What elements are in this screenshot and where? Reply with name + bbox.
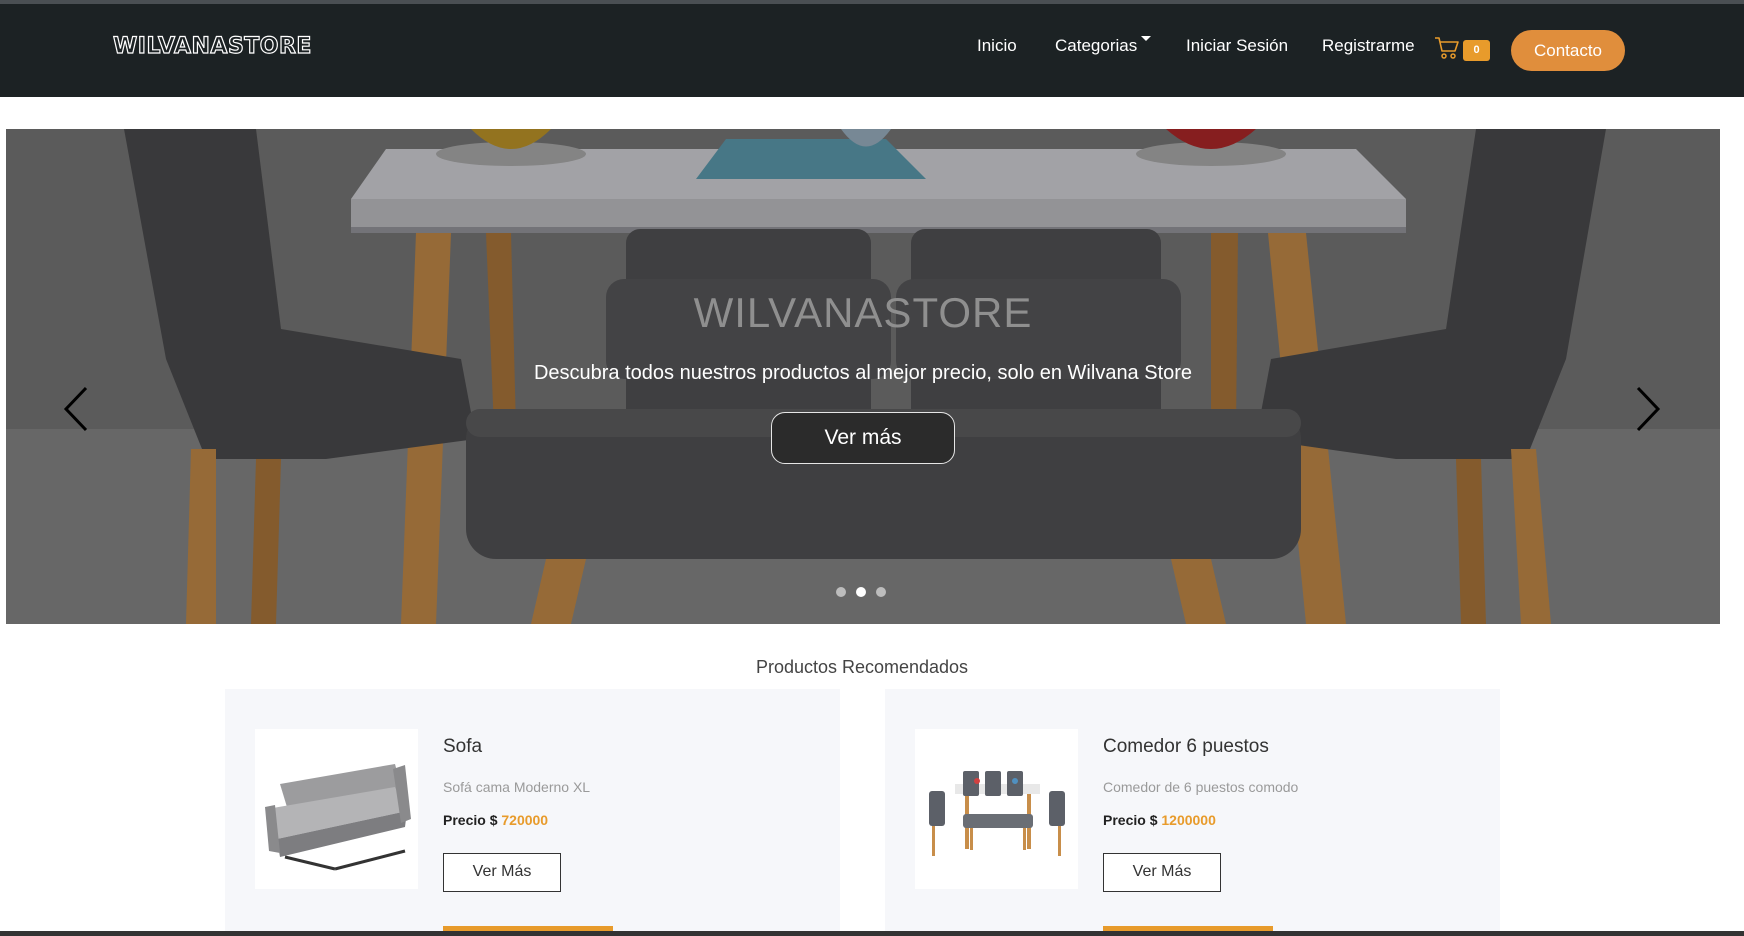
price-amount: 720000 — [501, 812, 549, 828]
carousel-next-button[interactable] — [1626, 384, 1666, 434]
carousel-prev-button[interactable] — [58, 384, 98, 434]
nav-categorias[interactable]: Categorias — [1055, 36, 1152, 56]
product-name: Comedor 6 puestos — [1103, 736, 1269, 757]
cart-button[interactable]: 0 — [1434, 34, 1492, 64]
product-image-comedor[interactable] — [915, 729, 1078, 889]
price-label: Precio $ — [1103, 812, 1158, 828]
brand-logo[interactable]: WILVANASTORE — [112, 33, 312, 59]
product-price: Precio $ 720000 — [443, 812, 548, 828]
nav-categorias-label: Categorias — [1055, 36, 1138, 55]
carousel-dot-2-active[interactable] — [856, 587, 866, 597]
price-amount: 1200000 — [1161, 812, 1216, 828]
nav-inicio[interactable]: Inicio — [977, 36, 1017, 56]
nav-login[interactable]: Iniciar Sesión — [1186, 36, 1288, 56]
section-title-recommended: Productos Recomendados — [755, 657, 969, 677]
hero-title: WILVANASTORE — [693, 289, 1033, 336]
product-description: Sofá cama Moderno XL — [443, 779, 591, 795]
product-card: Sofa Sofá cama Moderno XL Precio $ 72000… — [225, 689, 840, 936]
carousel-dot-3[interactable] — [876, 587, 886, 597]
navbar: WILVANASTORE Inicio Categorias Iniciar S… — [0, 4, 1744, 97]
contact-button[interactable]: Contacto — [1511, 30, 1625, 71]
nav-register[interactable]: Registrarme — [1322, 36, 1415, 56]
product-image-sofa[interactable] — [255, 729, 418, 889]
hero-ver-mas-button[interactable]: Ver más — [771, 412, 955, 464]
page: WILVANASTORE Inicio Categorias Iniciar S… — [0, 0, 1744, 936]
product-name: Sofa — [443, 736, 483, 757]
product-card: Comedor 6 puestos Comedor de 6 puestos c… — [885, 689, 1500, 936]
hero-subtitle: Descubra todos nuestros productos al mej… — [533, 362, 1193, 384]
cart-count-badge: 0 — [1463, 40, 1490, 61]
product-description: Comedor de 6 puestos comodo — [1103, 779, 1299, 795]
chevron-right-icon — [1636, 386, 1661, 432]
hero-carousel: WILVANASTORE Descubra todos nuestros pro… — [6, 129, 1720, 624]
bottom-border — [0, 931, 1744, 936]
carousel-dot-1[interactable] — [836, 587, 846, 597]
carousel-indicators — [836, 587, 896, 601]
price-label: Precio $ — [443, 812, 498, 828]
cart-icon — [1435, 37, 1459, 59]
caret-down-icon — [1141, 36, 1152, 41]
product-ver-mas-button[interactable]: Ver Más — [1103, 853, 1221, 892]
product-ver-mas-button[interactable]: Ver Más — [443, 853, 561, 892]
chevron-left-icon — [63, 386, 88, 432]
product-price: Precio $ 1200000 — [1103, 812, 1216, 828]
